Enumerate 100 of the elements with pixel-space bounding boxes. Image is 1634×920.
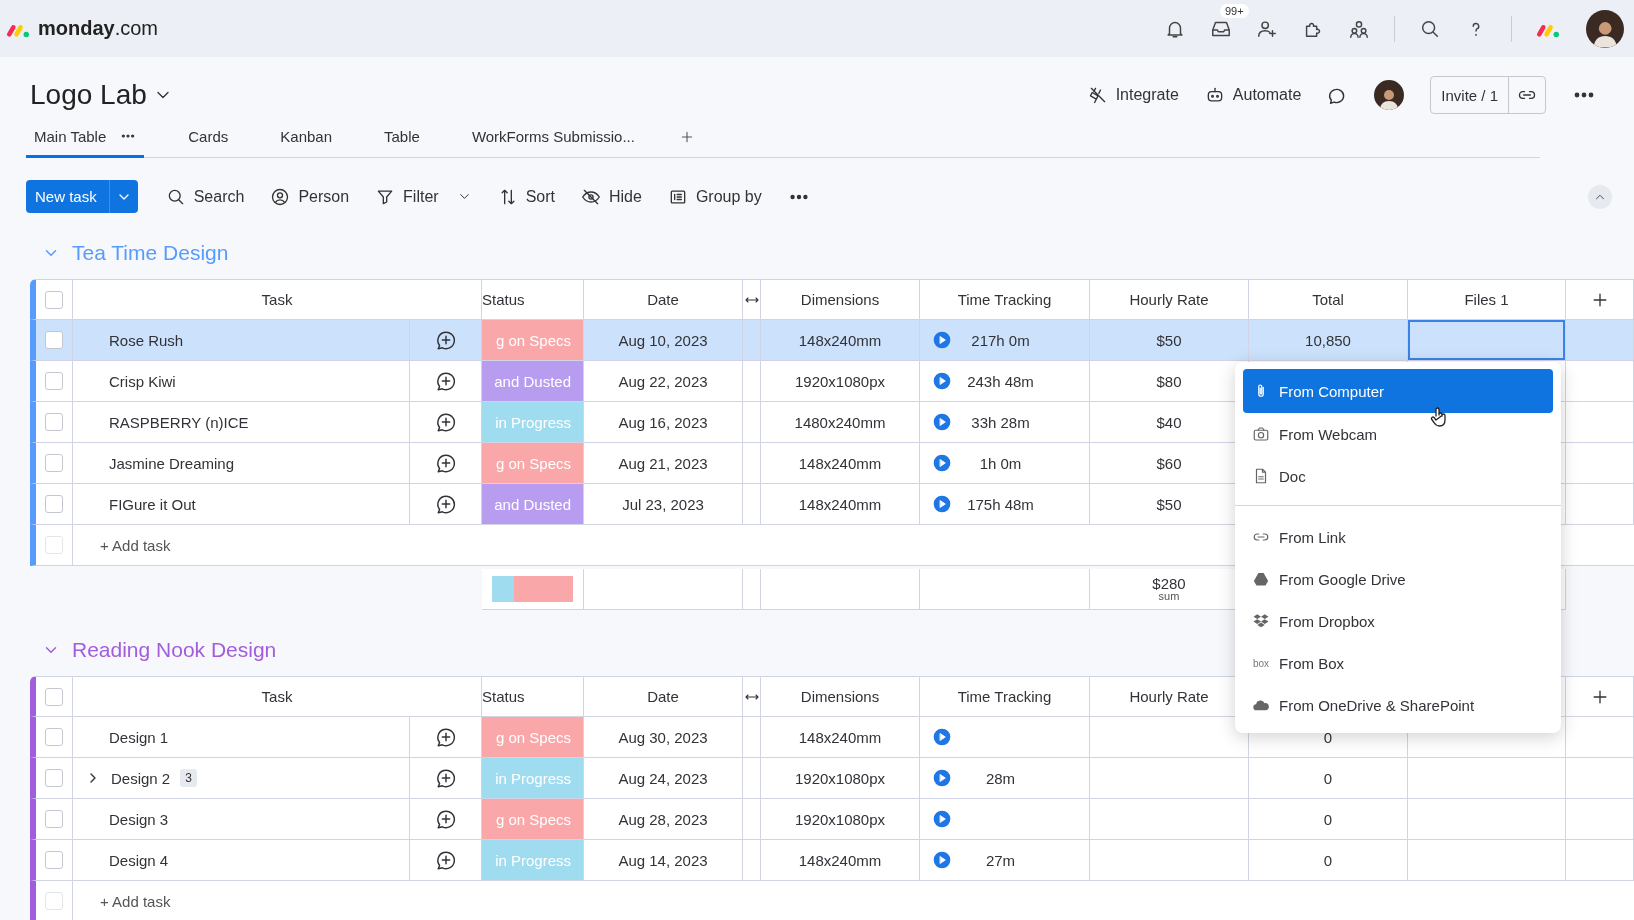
automate-button[interactable]: Automate bbox=[1204, 85, 1302, 105]
view-tab[interactable]: WorkForms Submissio... bbox=[463, 117, 643, 158]
rate-cell: $50 bbox=[1090, 320, 1249, 361]
task-name[interactable]: Jasmine Dreaming bbox=[109, 454, 235, 472]
date-cell: Aug 21, 2023 bbox=[584, 443, 743, 484]
total-cell: 0 bbox=[1249, 840, 1408, 881]
new-task-button[interactable]: New task bbox=[26, 180, 138, 213]
task-name[interactable]: FIGure it Out bbox=[109, 495, 196, 513]
task-name[interactable]: RASPBERRY (n)ICE bbox=[109, 413, 249, 431]
add-update-icon[interactable] bbox=[434, 452, 457, 474]
status-label: in Progress bbox=[482, 758, 584, 799]
play-icon[interactable] bbox=[932, 727, 952, 747]
rate-cell: $80 bbox=[1090, 361, 1249, 402]
add-update-icon[interactable] bbox=[434, 493, 457, 515]
checkbox[interactable] bbox=[45, 290, 63, 309]
drive-icon bbox=[1252, 570, 1270, 588]
date-cell: Jul 23, 2023 bbox=[584, 484, 743, 525]
checkbox[interactable] bbox=[45, 454, 63, 472]
table-cell bbox=[1566, 799, 1634, 840]
menu-item[interactable]: From Dropbox bbox=[1243, 600, 1553, 642]
play-icon[interactable] bbox=[932, 330, 952, 350]
menu-item[interactable]: From Computer bbox=[1243, 369, 1553, 413]
date-cell: Aug 16, 2023 bbox=[584, 402, 743, 443]
play-icon[interactable] bbox=[932, 809, 952, 829]
add-update-icon[interactable] bbox=[434, 329, 457, 351]
checkbox[interactable] bbox=[45, 413, 63, 431]
date-cell: Aug 24, 2023 bbox=[584, 758, 743, 799]
column-header: Task bbox=[73, 676, 482, 717]
task-name[interactable]: Crisp Kiwi bbox=[109, 372, 176, 390]
column-header: Task bbox=[73, 279, 482, 320]
subitem-count: 3 bbox=[180, 769, 197, 787]
add-update-icon[interactable] bbox=[434, 411, 457, 433]
group-button[interactable]: Group by bbox=[667, 186, 762, 207]
column-header: Hourly Rate bbox=[1090, 279, 1249, 320]
column-header: Date bbox=[584, 279, 743, 320]
checkbox[interactable] bbox=[45, 536, 63, 554]
status-label: in Progress bbox=[482, 840, 584, 881]
view-tab[interactable]: Main Table bbox=[26, 117, 145, 158]
sort-button[interactable]: Sort bbox=[497, 186, 555, 207]
dropbox-icon bbox=[1252, 612, 1270, 630]
person-button[interactable]: Person bbox=[270, 186, 350, 207]
add-update-icon[interactable] bbox=[434, 726, 457, 748]
add-update-icon[interactable] bbox=[434, 767, 457, 789]
board-title: Logo Lab bbox=[30, 79, 147, 111]
checkbox[interactable] bbox=[45, 495, 63, 513]
view-tab[interactable]: Cards bbox=[180, 117, 237, 158]
search-button[interactable]: Search bbox=[165, 186, 245, 207]
table-cell bbox=[743, 402, 761, 443]
date-cell: Aug 10, 2023 bbox=[584, 320, 743, 361]
status-label: and Dusted bbox=[482, 484, 584, 525]
box-logo: box bbox=[1252, 657, 1270, 669]
view-tab[interactable]: Kanban bbox=[272, 117, 340, 158]
checkbox[interactable] bbox=[45, 769, 63, 787]
task-name[interactable]: Rose Rush bbox=[109, 331, 184, 349]
table-cell bbox=[743, 569, 761, 610]
add-update-icon[interactable] bbox=[434, 370, 457, 392]
dimensions-cell: 1480x240mm bbox=[761, 402, 920, 443]
dimensions-cell: 148x240mm bbox=[761, 840, 920, 881]
add-update-icon[interactable] bbox=[434, 849, 457, 871]
task-name[interactable]: Design 2 bbox=[111, 769, 171, 787]
table-cell bbox=[743, 758, 761, 799]
dimensions-cell: 148x240mm bbox=[761, 320, 920, 361]
hide-button[interactable]: Hide bbox=[581, 186, 642, 207]
task-name[interactable]: Design 3 bbox=[109, 810, 169, 828]
play-icon[interactable] bbox=[932, 453, 952, 473]
table-cell bbox=[743, 840, 761, 881]
filter-button[interactable]: Filter bbox=[375, 186, 472, 207]
add-task-button[interactable]: + Add task bbox=[73, 881, 1634, 920]
checkbox[interactable] bbox=[45, 851, 63, 869]
task-name[interactable]: Design 1 bbox=[109, 728, 169, 746]
rate-sum: $280 sum bbox=[1152, 576, 1186, 602]
play-icon[interactable] bbox=[932, 768, 952, 788]
notification-badge: 99+ bbox=[1220, 3, 1249, 18]
checkbox[interactable] bbox=[45, 892, 63, 910]
view-tab[interactable]: Table bbox=[376, 117, 428, 158]
add-update-icon[interactable] bbox=[434, 808, 457, 830]
task-name[interactable]: Design 4 bbox=[109, 851, 169, 869]
checkbox[interactable] bbox=[45, 687, 63, 706]
date-cell: Aug 28, 2023 bbox=[584, 799, 743, 840]
play-icon[interactable] bbox=[932, 494, 952, 514]
checkbox[interactable] bbox=[45, 331, 63, 349]
play-icon[interactable] bbox=[932, 371, 952, 391]
column-header: Dimensions bbox=[761, 279, 920, 320]
column-header: Dimensions bbox=[761, 676, 920, 717]
play-icon[interactable] bbox=[932, 412, 952, 432]
checkbox[interactable] bbox=[45, 810, 63, 828]
column-header: Time Tracking bbox=[920, 676, 1090, 717]
table-cell bbox=[1566, 840, 1634, 881]
avatar bbox=[1374, 80, 1405, 110]
checkbox[interactable] bbox=[45, 728, 63, 746]
checkbox[interactable] bbox=[45, 372, 63, 390]
integrate-button[interactable]: Integrate bbox=[1087, 85, 1179, 105]
status-label: and Dusted bbox=[482, 361, 584, 402]
time-value: 33h 28m bbox=[970, 413, 1031, 431]
plug-icon bbox=[1087, 85, 1108, 105]
time-value: 217h 0m bbox=[970, 331, 1031, 349]
group-title: Tea Time Design bbox=[72, 241, 229, 265]
person-icon bbox=[270, 186, 291, 207]
brand-name: monday.com bbox=[38, 17, 159, 40]
play-icon[interactable] bbox=[932, 850, 952, 870]
